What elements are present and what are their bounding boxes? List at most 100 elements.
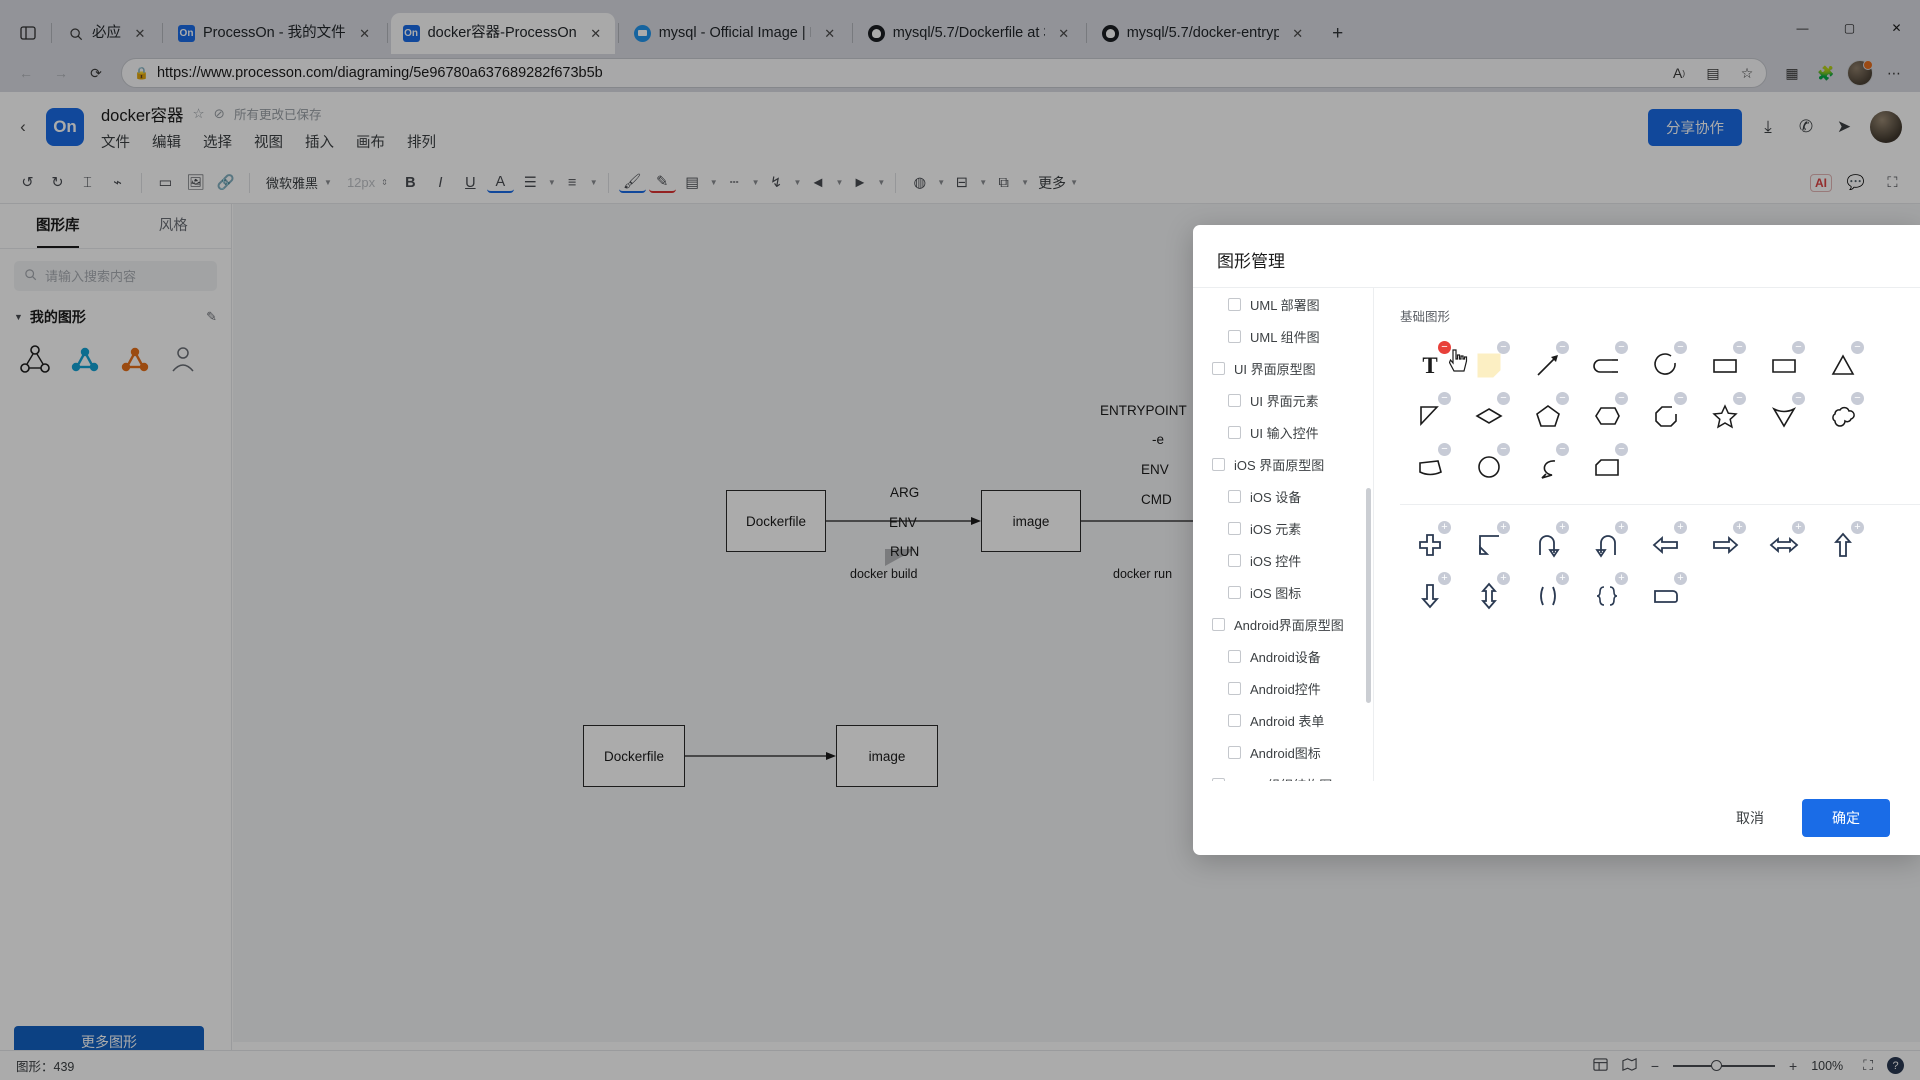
- note-shape[interactable]: −: [1459, 339, 1518, 390]
- bracket-shape[interactable]: +: [1518, 570, 1577, 621]
- cross-arrow-shape[interactable]: +: [1400, 519, 1459, 570]
- arrow-right-shape[interactable]: +: [1695, 519, 1754, 570]
- add-shape-badge[interactable]: +: [1792, 521, 1805, 534]
- add-shape-badge[interactable]: +: [1438, 572, 1451, 585]
- add-shape-badge[interactable]: +: [1615, 521, 1628, 534]
- add-shape-badge[interactable]: −: [1733, 392, 1746, 405]
- checkbox-icon[interactable]: [1228, 585, 1241, 599]
- checkbox-icon[interactable]: [1228, 649, 1241, 663]
- category-row[interactable]: UML 部署图: [1193, 288, 1373, 320]
- add-shape-badge[interactable]: +: [1497, 572, 1510, 585]
- add-shape-badge[interactable]: −: [1792, 392, 1805, 405]
- add-shape-badge[interactable]: −: [1438, 392, 1451, 405]
- add-shape-badge[interactable]: −: [1733, 341, 1746, 354]
- checkbox-icon[interactable]: [1228, 329, 1241, 343]
- add-shape-badge[interactable]: +: [1674, 572, 1687, 585]
- add-shape-badge[interactable]: −: [1497, 341, 1510, 354]
- category-row[interactable]: Android界面原型图: [1193, 608, 1373, 640]
- brace-shape[interactable]: +: [1577, 570, 1636, 621]
- arrow-left-right-shape[interactable]: +: [1754, 519, 1813, 570]
- confirm-button[interactable]: 确定: [1802, 799, 1890, 837]
- category-row[interactable]: iOS 图标: [1193, 576, 1373, 608]
- arrow-down-shape[interactable]: +: [1400, 570, 1459, 621]
- checkbox-icon[interactable]: [1228, 681, 1241, 695]
- category-row[interactable]: Android控件: [1193, 672, 1373, 704]
- category-row[interactable]: UI 界面元素: [1193, 384, 1373, 416]
- rect-outline-shape[interactable]: −: [1754, 339, 1813, 390]
- add-shape-badge[interactable]: −: [1792, 341, 1805, 354]
- checkbox-icon[interactable]: [1228, 489, 1241, 503]
- add-shape-badge[interactable]: −: [1438, 443, 1451, 456]
- add-shape-badge[interactable]: −: [1556, 392, 1569, 405]
- category-row[interactable]: iOS 界面原型图: [1193, 448, 1373, 480]
- add-shape-badge[interactable]: −: [1851, 392, 1864, 405]
- checkbox-icon[interactable]: [1228, 425, 1241, 439]
- checkbox-icon[interactable]: [1212, 457, 1225, 471]
- checkbox-icon[interactable]: [1212, 617, 1225, 631]
- pentagon-shape[interactable]: −: [1518, 390, 1577, 441]
- add-shape-badge[interactable]: −: [1615, 341, 1628, 354]
- add-shape-badge[interactable]: −: [1556, 341, 1569, 354]
- diamond-shape[interactable]: −: [1459, 390, 1518, 441]
- add-shape-badge[interactable]: −: [1615, 392, 1628, 405]
- category-list[interactable]: UML 部署图 UML 组件图 UI 界面原型图 UI 界面元素 UI 输入控件…: [1193, 287, 1374, 781]
- add-shape-badge[interactable]: −: [1674, 392, 1687, 405]
- category-row[interactable]: Android设备: [1193, 640, 1373, 672]
- callout-shape[interactable]: −: [1518, 441, 1577, 492]
- category-scrollbar[interactable]: [1366, 488, 1371, 703]
- add-shape-badge[interactable]: +: [1438, 521, 1451, 534]
- checkbox-icon[interactable]: [1228, 713, 1241, 727]
- trapezoid-shape[interactable]: −: [1400, 441, 1459, 492]
- circle-shape[interactable]: −: [1636, 339, 1695, 390]
- add-shape-badge[interactable]: −: [1674, 341, 1687, 354]
- category-row[interactable]: iOS 设备: [1193, 480, 1373, 512]
- u-turn-left-shape[interactable]: +: [1577, 519, 1636, 570]
- triangle-shape[interactable]: −: [1813, 339, 1872, 390]
- corner-arrow-shape[interactable]: +: [1459, 519, 1518, 570]
- hexagon-shape[interactable]: −: [1577, 390, 1636, 441]
- arrow-left-shape[interactable]: +: [1636, 519, 1695, 570]
- add-shape-badge[interactable]: −: [1851, 341, 1864, 354]
- category-row[interactable]: UML 组件图: [1193, 320, 1373, 352]
- checkbox-icon[interactable]: [1228, 553, 1241, 567]
- cloud-shape[interactable]: −: [1813, 390, 1872, 441]
- cone-shape[interactable]: −: [1754, 390, 1813, 441]
- category-row[interactable]: iOS 控件: [1193, 544, 1373, 576]
- card-shape[interactable]: −: [1577, 441, 1636, 492]
- category-row[interactable]: ORG 组织结构图: [1193, 768, 1373, 781]
- text-shape[interactable]: T −: [1400, 339, 1459, 390]
- checkbox-icon[interactable]: [1228, 745, 1241, 759]
- add-shape-badge[interactable]: +: [1733, 521, 1746, 534]
- add-shape-badge[interactable]: +: [1615, 572, 1628, 585]
- add-shape-badge[interactable]: −: [1615, 443, 1628, 456]
- add-shape-badge[interactable]: −: [1497, 392, 1510, 405]
- arrow-up-down-shape[interactable]: +: [1459, 570, 1518, 621]
- tab-shape[interactable]: +: [1636, 570, 1695, 621]
- category-row[interactable]: Android 表单: [1193, 704, 1373, 736]
- checkbox-icon[interactable]: [1228, 393, 1241, 407]
- add-shape-badge[interactable]: +: [1851, 521, 1864, 534]
- rounded-rect-shape[interactable]: −: [1577, 339, 1636, 390]
- category-row[interactable]: UI 输入控件: [1193, 416, 1373, 448]
- add-shape-badge[interactable]: +: [1556, 572, 1569, 585]
- checkbox-icon[interactable]: [1228, 297, 1241, 311]
- right-triangle-shape[interactable]: −: [1400, 390, 1459, 441]
- category-row[interactable]: UI 界面原型图: [1193, 352, 1373, 384]
- add-shape-badge[interactable]: +: [1556, 521, 1569, 534]
- remove-shape-badge[interactable]: −: [1438, 341, 1451, 354]
- checkbox-icon[interactable]: [1212, 361, 1225, 375]
- u-turn-right-shape[interactable]: +: [1518, 519, 1577, 570]
- add-shape-badge[interactable]: −: [1556, 443, 1569, 456]
- ellipse-shape[interactable]: −: [1459, 441, 1518, 492]
- star-shape[interactable]: −: [1695, 390, 1754, 441]
- arrow-line-shape[interactable]: −: [1518, 339, 1577, 390]
- category-row[interactable]: iOS 元素: [1193, 512, 1373, 544]
- checkbox-icon[interactable]: [1228, 521, 1241, 535]
- add-shape-badge[interactable]: +: [1497, 521, 1510, 534]
- category-row[interactable]: Android图标: [1193, 736, 1373, 768]
- cancel-button[interactable]: 取消: [1714, 799, 1786, 837]
- rectangle-shape[interactable]: −: [1695, 339, 1754, 390]
- add-shape-badge[interactable]: +: [1674, 521, 1687, 534]
- add-shape-badge[interactable]: −: [1497, 443, 1510, 456]
- arrow-up-shape[interactable]: +: [1813, 519, 1872, 570]
